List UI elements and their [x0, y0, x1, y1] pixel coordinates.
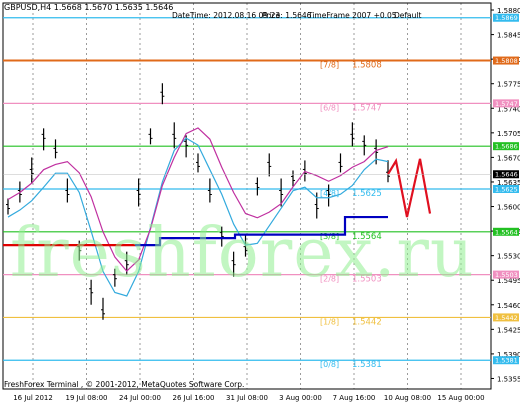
x-tick-label: 7 Aug 16:00 [333, 394, 376, 402]
x-tick-label: 24 Jul 00:00 [119, 394, 161, 402]
murray-level-label: [2/8] [320, 275, 339, 284]
murray-price-tag-text: 1.5869 [495, 14, 518, 22]
murray-level-value: 1.5564 [352, 232, 382, 242]
murray-level-value: 1.5503 [352, 275, 382, 285]
murray-level-value: 1.5381 [352, 360, 382, 370]
y-tick-label: 1.5600 [497, 204, 520, 212]
murray-price-tag-text: 1.5564 [495, 228, 518, 236]
y-tick-label: 1.5460 [497, 302, 520, 310]
x-tick-label: 19 Jul 08:00 [66, 394, 108, 402]
y-tick-label: 1.5845 [497, 32, 520, 40]
y-tick-label: 1.5775 [497, 81, 520, 89]
template-label: Default [394, 11, 422, 20]
murray-level-value: 1.5625 [352, 189, 382, 199]
symbol-info: GBPUSD,H4 1.5668 1.5670 1.5635 1.5646 [4, 3, 174, 12]
murray-level-label: [6/8] [320, 103, 339, 112]
murray-price-tag-text: 1.5686 [495, 143, 518, 151]
murray-level-label: [1/8] [320, 317, 339, 326]
murray-level-label: [4/8] [320, 189, 339, 198]
murray-level-label: [7/8] [320, 61, 339, 70]
murray-price-tag-text: 1.5503 [495, 271, 518, 279]
murray-price-tag-text: 1.5381 [495, 357, 518, 365]
x-tick-label: 3 Aug 00:00 [279, 394, 322, 402]
murray-price-tag-text: 1.5747 [495, 100, 518, 108]
x-tick-label: 26 Jul 16:00 [173, 394, 215, 402]
murray-level-label: [3/8] [320, 232, 339, 241]
y-tick-label: 1.5355 [497, 375, 520, 383]
x-tick-label: 16 Jul 2012 [13, 394, 53, 402]
murray-price-tag-text: 1.5442 [495, 314, 518, 322]
x-tick-label: 31 Jul 08:00 [226, 394, 268, 402]
y-tick-label: 1.5425 [497, 326, 520, 334]
murray-level-label: [0/8] [320, 360, 339, 369]
murray-level-value: 1.5808 [352, 61, 382, 71]
price-chart[interactable]: 16 Jul 2012 19 Jul 08:00 24 Jul 00:00 26 Ju… [0, 0, 520, 403]
copyright-text: FreshForex Terminal , © 2001-2012, MetaQ… [4, 380, 245, 389]
murray-level-value: 1.5747 [352, 103, 382, 113]
price-label: Price: 1.5646 [262, 11, 312, 20]
current-price-tag-text: 1.5646 [495, 171, 518, 179]
x-tick-label: 15 Aug 00:00 [437, 394, 484, 402]
timeframe-label: TimeFrame 2007 +0.05 [308, 11, 397, 20]
murray-level-value: 1.5442 [352, 317, 382, 327]
chart-window[interactable]: 16 Jul 2012 19 Jul 08:00 24 Jul 00:00 26 Ju… [0, 0, 520, 403]
y-tick-label: 1.5530 [497, 253, 520, 261]
x-tick-label: 10 Aug 08:00 [384, 394, 431, 402]
y-tick-label: 1.5705 [497, 130, 520, 138]
y-tick-label: 1.5670 [497, 154, 520, 162]
murray-price-tag-text: 1.5808 [495, 57, 518, 65]
murray-price-tag-text: 1.5625 [495, 185, 518, 193]
